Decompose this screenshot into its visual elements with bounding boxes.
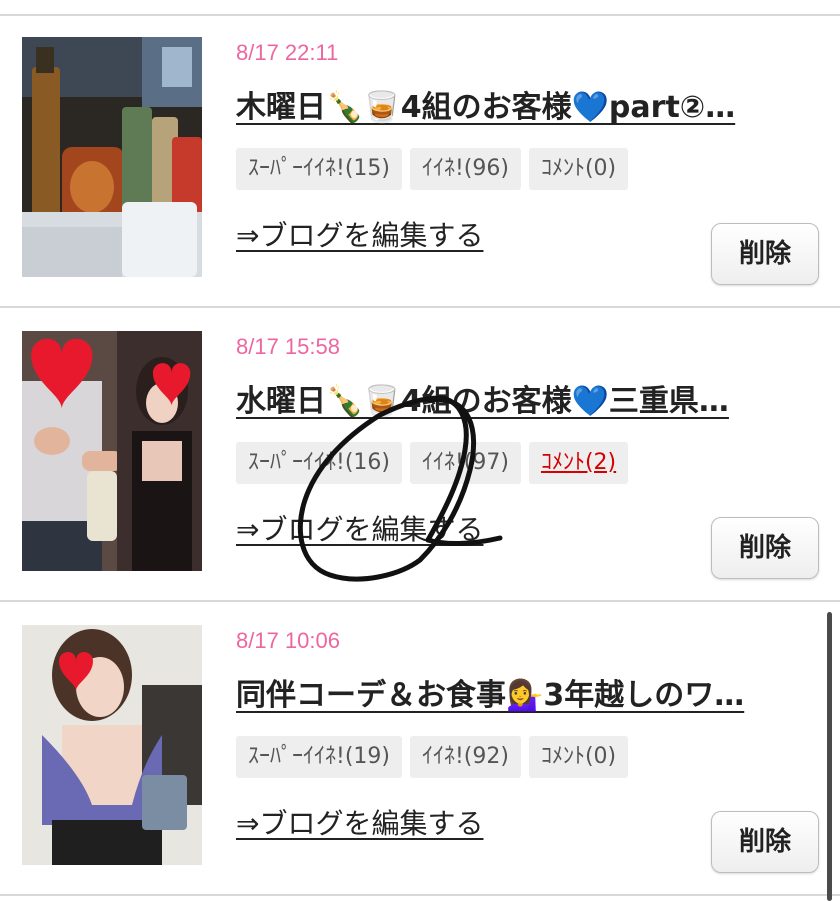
comment-count: ｺﾒﾝﾄ(0)	[528, 148, 629, 190]
delete-button[interactable]: 削除	[711, 517, 819, 579]
like-count: ｲｲﾈ!(96)	[409, 148, 521, 190]
entry-date: 8/17 15:58	[236, 334, 340, 359]
top-divider	[0, 0, 840, 16]
edit-blog-link[interactable]: ⇒ブログを編集する	[236, 802, 483, 842]
super-like-count: ｽｰﾊﾟｰｲｲﾈ!(19)	[236, 736, 402, 778]
blog-entry: 8/17 15:58 水曜日🍾🥃4組のお客様💙三重県… ｽｰﾊﾟｰｲｲﾈ!(16…	[0, 310, 840, 602]
super-like-count: ｽｰﾊﾟｰｲｲﾈ!(16)	[236, 442, 402, 484]
comment-count: ｺﾒﾝﾄ(0)	[528, 736, 629, 778]
edit-blog-link[interactable]: ⇒ブログを編集する	[236, 214, 483, 254]
woman-outfit-photo	[22, 625, 202, 865]
delete-button[interactable]: 削除	[711, 223, 819, 285]
super-like-count: ｽｰﾊﾟｰｲｲﾈ!(15)	[236, 148, 402, 190]
bar-bottles-photo	[22, 37, 202, 277]
entry-title-link[interactable]: 水曜日🍾🥃4組のお客様💙三重県…	[236, 376, 796, 420]
entry-tags: ｽｰﾊﾟｰｲｲﾈ!(16) ｲｲﾈ!(97) ｺﾒﾝﾄ(2)	[236, 442, 629, 484]
blog-entry: 8/17 10:06 同伴コーデ＆お食事💁‍♀️3年越しのワ… ｽｰﾊﾟｰｲｲﾈ…	[0, 604, 840, 896]
entry-date: 8/17 22:11	[236, 40, 339, 65]
couple-with-hearts-photo	[22, 331, 202, 571]
blog-entry: 8/17 22:11 木曜日🍾🥃4組のお客様💙part②… ｽｰﾊﾟｰｲｲﾈ!(…	[0, 16, 840, 308]
like-count: ｲｲﾈ!(97)	[409, 442, 521, 484]
entry-thumbnail[interactable]	[22, 625, 202, 865]
scrollbar[interactable]	[827, 612, 832, 901]
delete-button[interactable]: 削除	[711, 811, 819, 873]
edit-blog-link[interactable]: ⇒ブログを編集する	[236, 508, 483, 548]
entry-tags: ｽｰﾊﾟｰｲｲﾈ!(15) ｲｲﾈ!(96) ｺﾒﾝﾄ(0)	[236, 148, 629, 190]
entry-tags: ｽｰﾊﾟｰｲｲﾈ!(19) ｲｲﾈ!(92) ｺﾒﾝﾄ(0)	[236, 736, 629, 778]
entry-date: 8/17 10:06	[236, 628, 340, 653]
like-count: ｲｲﾈ!(92)	[409, 736, 521, 778]
entry-title-link[interactable]: 同伴コーデ＆お食事💁‍♀️3年越しのワ…	[236, 670, 796, 714]
entry-title-link[interactable]: 木曜日🍾🥃4組のお客様💙part②…	[236, 82, 796, 126]
entry-thumbnail[interactable]	[22, 37, 202, 277]
comment-count-link[interactable]: ｺﾒﾝﾄ(2)	[528, 442, 629, 484]
entry-thumbnail[interactable]	[22, 331, 202, 571]
